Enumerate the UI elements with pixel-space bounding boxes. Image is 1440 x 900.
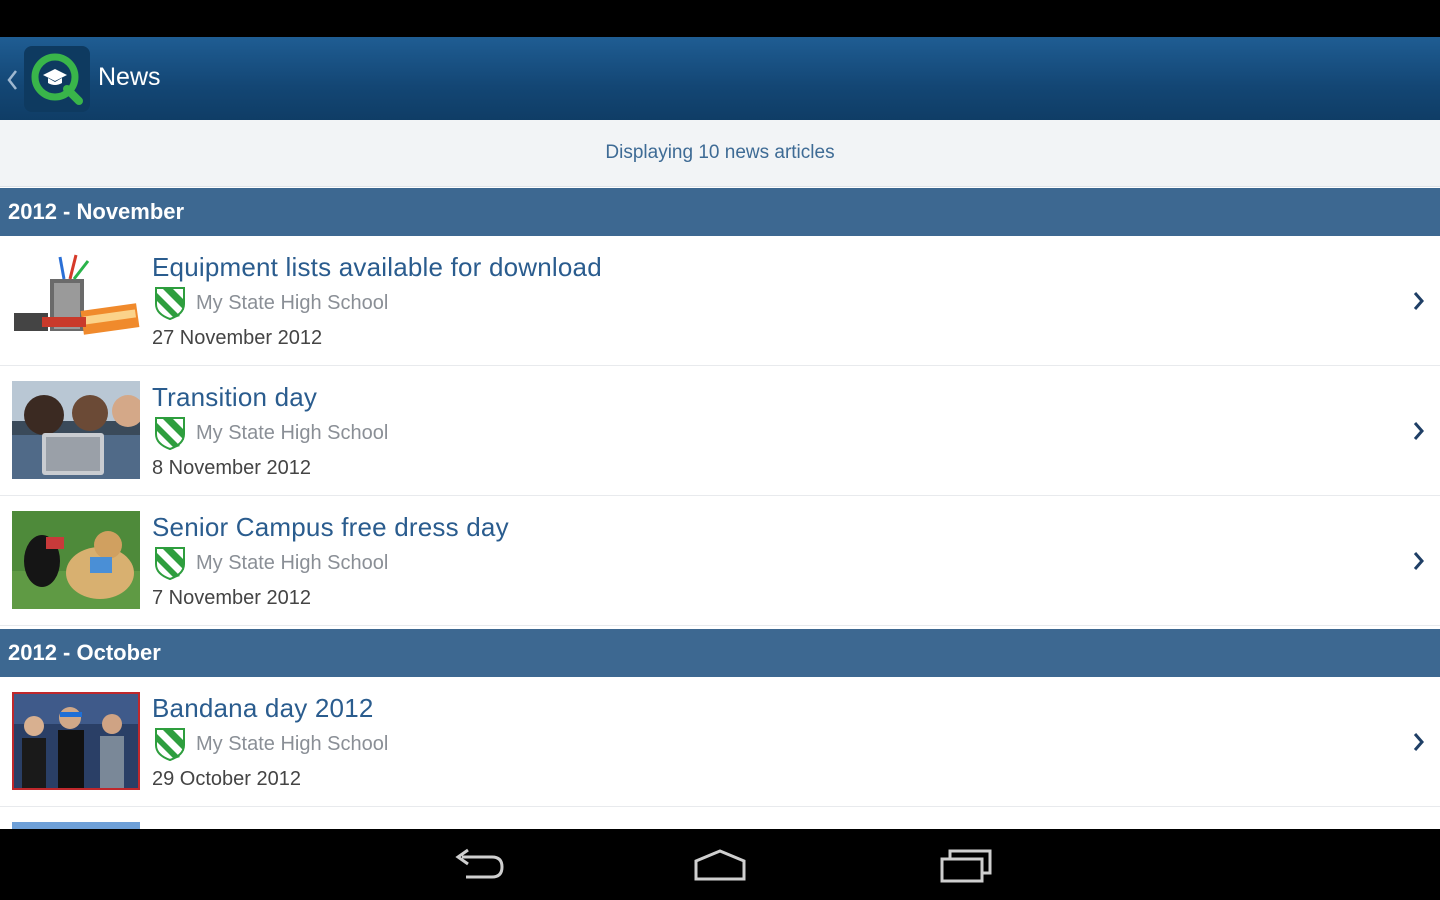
dogs-image	[12, 511, 140, 609]
news-list-item[interactable]: Senior Campus free dress day My State Hi…	[0, 496, 1440, 626]
school-info: My State High School	[154, 416, 388, 450]
chevron-left-icon[interactable]	[5, 68, 19, 92]
news-list-item[interactable]: Bandana day 2012 My State High School 29…	[0, 677, 1440, 807]
school-shield-icon	[155, 287, 185, 320]
article-count-bar: Displaying 10 news articles	[0, 120, 1440, 187]
news-title: Equipment lists available for download	[152, 252, 602, 282]
news-title: Bandana day 2012	[152, 693, 374, 723]
news-date: 29 October 2012	[152, 768, 301, 790]
back-arrow-icon[interactable]	[448, 847, 508, 883]
home-icon[interactable]	[690, 847, 750, 883]
school-info: My State High School	[154, 286, 388, 320]
news-date: 27 November 2012	[152, 327, 323, 349]
app-screen: News Displaying 10 news articles 2012 - …	[0, 0, 1440, 900]
news-date: 7 November 2012	[152, 587, 311, 609]
article-count-text: Displaying 10 news articles	[605, 142, 835, 163]
stationery-image	[12, 251, 140, 349]
news-list-item-partial[interactable]	[0, 807, 1440, 832]
students-tablet-image	[12, 381, 140, 479]
school-name: My State High School	[196, 732, 389, 755]
news-list-item[interactable]: Equipment lists available for download M…	[0, 236, 1440, 366]
graduation-cap-search-logo	[31, 53, 83, 105]
chevron-right-icon	[1413, 732, 1424, 751]
bandana-group-image	[12, 692, 140, 790]
news-date: 8 November 2012	[152, 457, 311, 479]
school-name: My State High School	[196, 421, 389, 444]
school-info: My State High School	[154, 727, 388, 761]
news-list-item[interactable]: Transition day My State High School 8 No…	[0, 366, 1440, 496]
school-shield-icon	[155, 547, 185, 580]
school-name: My State High School	[196, 291, 389, 314]
recent-apps-icon[interactable]	[936, 847, 996, 883]
status-bar	[0, 0, 1440, 37]
chevron-right-icon	[1413, 551, 1424, 570]
chevron-right-icon	[1413, 291, 1424, 310]
section-header: 2012 - October	[0, 629, 1440, 677]
system-nav-bar	[0, 829, 1440, 900]
school-shield-icon	[155, 728, 185, 761]
app-logo[interactable]	[24, 46, 90, 112]
action-bar: News	[0, 37, 1440, 120]
news-title: Senior Campus free dress day	[152, 512, 509, 542]
chevron-right-icon	[1413, 421, 1424, 440]
school-info: My State High School	[154, 546, 388, 580]
school-shield-icon	[155, 417, 185, 450]
school-name: My State High School	[196, 551, 389, 574]
page-title: News	[98, 63, 161, 91]
section-header: 2012 - November	[0, 188, 1440, 236]
news-title: Transition day	[152, 382, 318, 412]
